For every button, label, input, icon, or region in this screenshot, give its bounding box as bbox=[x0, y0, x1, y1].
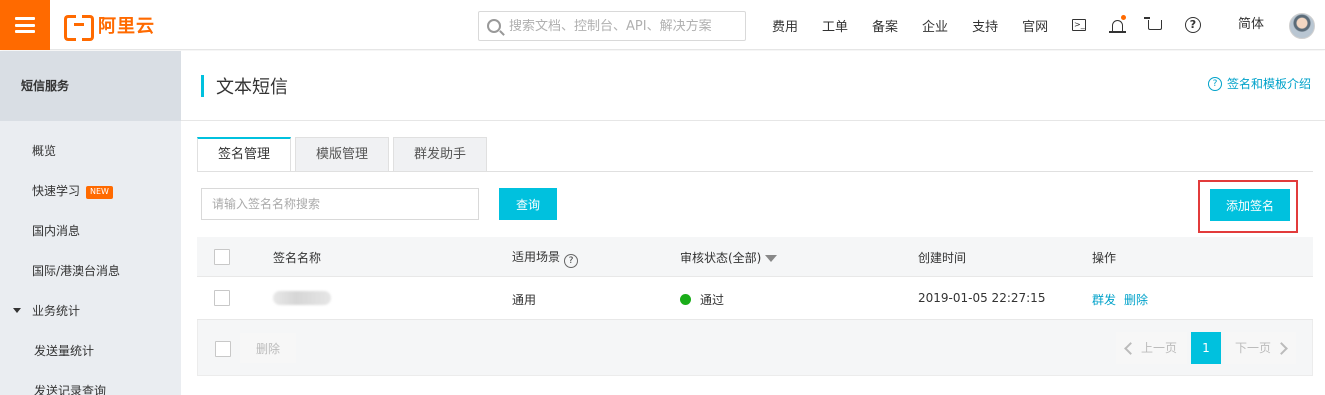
aliyun-logo-icon bbox=[64, 15, 94, 41]
sidebar-item-label: 业务统计 bbox=[32, 304, 81, 318]
signature-name-redacted bbox=[273, 291, 331, 305]
table-row: 通用 通过 2019-01-05 22:27:15 群发 删除 bbox=[197, 277, 1313, 320]
tab-divider bbox=[197, 171, 1313, 172]
row-actions: 群发 删除 bbox=[1092, 291, 1156, 308]
notification-button[interactable] bbox=[1098, 0, 1136, 50]
sidebar-item-quick-start[interactable]: 快速学习 NEW bbox=[0, 171, 181, 211]
sidebar-menu: 概览 快速学习 NEW 国内消息 国际/港澳台消息 业务统计 发送量统计 发送记录… bbox=[0, 131, 181, 395]
sidebar-item-international[interactable]: 国际/港澳台消息 bbox=[0, 251, 181, 291]
sidebar-item-label: 国内消息 bbox=[32, 224, 81, 238]
col-created-time: 创建时间 bbox=[918, 251, 967, 265]
top-bar: 阿里云 费用 工单 备案 企业 支持 官网 >_ ? 简体 bbox=[0, 0, 1325, 50]
nav-official-site[interactable]: 官网 bbox=[1010, 16, 1060, 35]
global-search[interactable] bbox=[478, 11, 746, 41]
page-header: 文本短信 ? 签名和模板介绍 bbox=[181, 51, 1325, 121]
prev-page-button[interactable]: 上一页 bbox=[1115, 332, 1187, 364]
chevron-left-icon bbox=[1124, 341, 1137, 355]
page-title: 文本短信 bbox=[216, 77, 288, 98]
terminal-icon: >_ bbox=[1072, 19, 1086, 31]
nav-icp-filing[interactable]: 备案 bbox=[860, 16, 910, 35]
batch-delete-button[interactable]: 删除 bbox=[240, 333, 296, 363]
cart-icon bbox=[1144, 17, 1162, 30]
aliyun-logo[interactable]: 阿里云 bbox=[64, 14, 155, 41]
row-checkbox[interactable] bbox=[214, 290, 230, 306]
help-circle-icon: ? bbox=[1207, 76, 1222, 91]
signature-table: 签名名称 适用场景? 审核状态(全部) 创建时间 操作 通用 通过 2019-0… bbox=[197, 237, 1313, 376]
sidebar-group-statistics[interactable]: 业务统计 bbox=[0, 291, 181, 331]
status-approved-icon bbox=[680, 294, 691, 305]
bulk-send-link[interactable]: 群发 bbox=[1092, 293, 1116, 307]
row-status-label: 通过 bbox=[700, 293, 725, 307]
notification-dot bbox=[1121, 15, 1126, 20]
col-status: 审核状态(全部) bbox=[680, 249, 778, 266]
main-content: 文本短信 ? 签名和模板介绍 签名管理 模版管理 群发助手 查询 添加签名 签名… bbox=[181, 51, 1325, 395]
add-signature-highlight: 添加签名 bbox=[1198, 180, 1298, 233]
nav-support[interactable]: 支持 bbox=[960, 16, 1010, 35]
col-scene-label: 适用场景 bbox=[512, 250, 561, 264]
search-icon bbox=[487, 19, 501, 33]
footer-select-all-checkbox[interactable] bbox=[215, 341, 231, 357]
nav-tickets[interactable]: 工单 bbox=[810, 16, 860, 35]
scene-help-icon[interactable]: ? bbox=[564, 254, 579, 268]
delete-link[interactable]: 删除 bbox=[1124, 293, 1148, 307]
col-scene: 适用场景? bbox=[512, 248, 579, 268]
prev-page-label: 上一页 bbox=[1140, 341, 1177, 355]
filter-icon[interactable] bbox=[765, 255, 778, 262]
col-signature-name: 签名名称 bbox=[273, 251, 322, 265]
signature-search-input[interactable] bbox=[201, 188, 479, 220]
title-accent-bar bbox=[201, 75, 204, 97]
sidebar-item-send-records[interactable]: 发送记录查询 bbox=[0, 371, 181, 395]
col-action: 操作 bbox=[1092, 251, 1117, 265]
nav-fees[interactable]: 费用 bbox=[760, 16, 810, 35]
sidebar-title: 短信服务 bbox=[0, 51, 181, 121]
row-created-time: 2019-01-05 22:27:15 bbox=[918, 291, 1046, 305]
tabs: 签名管理 模版管理 群发助手 bbox=[197, 137, 491, 172]
sidebar-item-overview[interactable]: 概览 bbox=[0, 131, 181, 171]
sidebar-item-label: 发送量统计 bbox=[34, 344, 95, 358]
select-all-checkbox[interactable] bbox=[214, 249, 230, 265]
chevron-right-icon bbox=[1275, 341, 1288, 355]
pagination: 上一页 1 下一页 bbox=[1115, 332, 1296, 364]
new-badge: NEW bbox=[86, 186, 113, 199]
add-signature-button[interactable]: 添加签名 bbox=[1210, 189, 1290, 221]
logo-text: 阿里云 bbox=[98, 16, 155, 37]
next-page-button[interactable]: 下一页 bbox=[1224, 332, 1296, 364]
table-footer: 删除 上一页 1 下一页 bbox=[197, 320, 1313, 376]
tab-template-management[interactable]: 模版管理 bbox=[295, 137, 390, 172]
sidebar-item-domestic[interactable]: 国内消息 bbox=[0, 211, 181, 251]
row-status: 通过 bbox=[680, 291, 724, 308]
sidebar-item-label: 快速学习 bbox=[32, 184, 81, 198]
language-switch[interactable]: 简体 bbox=[1238, 0, 1264, 50]
tab-bulk-send-assistant[interactable]: 群发助手 bbox=[393, 137, 488, 172]
tab-signature-management[interactable]: 签名管理 bbox=[197, 137, 292, 172]
sidebar-item-label: 国际/港澳台消息 bbox=[32, 264, 121, 278]
help-icon: ? bbox=[1185, 17, 1201, 33]
col-status-label: 审核状态(全部) bbox=[680, 251, 762, 265]
help-link-label: 签名和模板介绍 bbox=[1226, 77, 1311, 91]
global-search-input[interactable] bbox=[509, 18, 745, 34]
sidebar: 短信服务 概览 快速学习 NEW 国内消息 国际/港澳台消息 业务统计 发送量统计… bbox=[0, 51, 181, 395]
avatar[interactable] bbox=[1289, 13, 1315, 39]
help-button[interactable]: ? bbox=[1174, 0, 1212, 50]
signature-template-intro-link[interactable]: ? 签名和模板介绍 bbox=[1207, 75, 1311, 92]
top-nav-icons: >_ ? bbox=[1060, 0, 1212, 50]
hamburger-icon bbox=[15, 17, 35, 33]
top-nav: 费用 工单 备案 企业 支持 官网 bbox=[760, 0, 1060, 50]
query-button[interactable]: 查询 bbox=[499, 188, 557, 220]
cart-button[interactable] bbox=[1136, 0, 1174, 50]
next-page-label: 下一页 bbox=[1234, 341, 1271, 355]
terminal-button[interactable]: >_ bbox=[1060, 0, 1098, 50]
bell-icon bbox=[1108, 19, 1126, 33]
sidebar-item-label: 概览 bbox=[32, 144, 57, 158]
sidebar-item-send-volume[interactable]: 发送量统计 bbox=[0, 331, 181, 371]
menu-button[interactable] bbox=[0, 0, 50, 50]
caret-down-icon bbox=[13, 308, 21, 313]
page-1-button[interactable]: 1 bbox=[1190, 332, 1221, 364]
row-scene: 通用 bbox=[512, 293, 537, 307]
nav-enterprise[interactable]: 企业 bbox=[910, 16, 960, 35]
table-header: 签名名称 适用场景? 审核状态(全部) 创建时间 操作 bbox=[197, 237, 1313, 277]
sidebar-item-label: 发送记录查询 bbox=[34, 384, 107, 395]
